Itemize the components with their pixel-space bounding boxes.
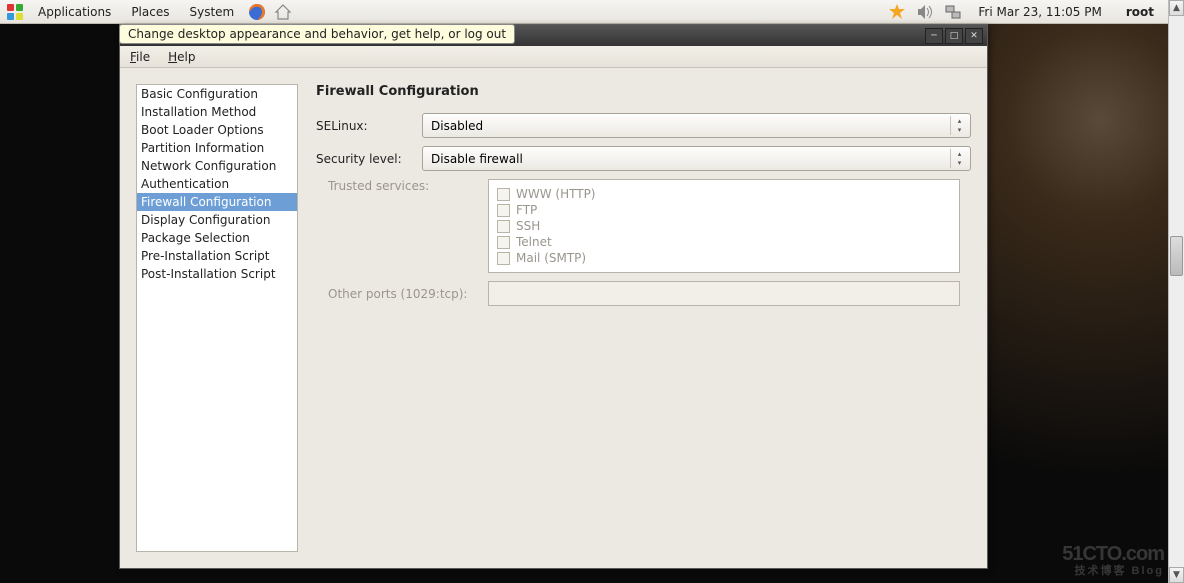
system-menu-tooltip: Change desktop appearance and behavior, … <box>119 24 515 44</box>
scroll-up-icon[interactable]: ▲ <box>1169 0 1184 16</box>
checkbox-icon <box>497 204 510 217</box>
trusted-service-telnet: Telnet <box>497 234 951 250</box>
panel-menu-places[interactable]: Places <box>125 3 175 21</box>
checkbox-icon <box>497 236 510 249</box>
trusted-service-label: Mail (SMTP) <box>516 251 586 265</box>
chevron-updown-icon: ▴▾ <box>950 116 968 135</box>
network-icon[interactable] <box>944 3 962 21</box>
other-ports-input <box>488 281 960 306</box>
trusted-services-label: Trusted services: <box>328 179 480 273</box>
checkbox-icon <box>497 252 510 265</box>
trusted-service-mail-smtp-: Mail (SMTP) <box>497 250 951 266</box>
menu-help[interactable]: Help <box>164 48 199 66</box>
gnome-top-panel: Applications Places System Fri Mar 23, 1… <box>0 0 1168 24</box>
checkbox-icon <box>497 220 510 233</box>
sidebar-item-post-installation-script[interactable]: Post-Installation Script <box>137 265 297 283</box>
scrollbar-thumb[interactable] <box>1170 236 1183 276</box>
maximize-button[interactable]: □ <box>945 28 963 44</box>
config-sidebar: Basic ConfigurationInstallation MethodBo… <box>136 84 298 552</box>
sidebar-item-partition-information[interactable]: Partition Information <box>137 139 297 157</box>
sidebar-item-basic-configuration[interactable]: Basic Configuration <box>137 85 297 103</box>
chevron-updown-icon: ▴▾ <box>950 149 968 168</box>
home-icon[interactable] <box>274 3 292 21</box>
sidebar-item-firewall-configuration[interactable]: Firewall Configuration <box>137 193 297 211</box>
update-star-icon[interactable] <box>888 3 906 21</box>
sidebar-item-package-selection[interactable]: Package Selection <box>137 229 297 247</box>
sidebar-item-display-configuration[interactable]: Display Configuration <box>137 211 297 229</box>
other-ports-label: Other ports (1029:tcp): <box>328 287 480 301</box>
content-pane: Firewall Configuration SELinux: Disabled… <box>316 84 971 552</box>
security-level-dropdown[interactable]: Disable firewall ▴▾ <box>422 146 971 171</box>
window-menubar: File Help <box>120 46 987 68</box>
close-button[interactable]: ✕ <box>965 28 983 44</box>
volume-icon[interactable] <box>916 3 934 21</box>
trusted-service-label: WWW (HTTP) <box>516 187 595 201</box>
sidebar-item-installation-method[interactable]: Installation Method <box>137 103 297 121</box>
scroll-down-icon[interactable]: ▼ <box>1169 567 1184 583</box>
sidebar-item-authentication[interactable]: Authentication <box>137 175 297 193</box>
selinux-label: SELinux: <box>316 119 414 133</box>
panel-menu-applications[interactable]: Applications <box>32 3 117 21</box>
security-level-label: Security level: <box>316 152 414 166</box>
page-scrollbar[interactable]: ▲ ▼ <box>1168 0 1184 583</box>
panel-user[interactable]: root <box>1118 5 1162 19</box>
watermark: 51CTO.com 技术博客 Blog <box>1062 543 1164 577</box>
gnome-main-icon[interactable] <box>6 3 24 21</box>
trusted-service-label: FTP <box>516 203 537 217</box>
firefox-icon[interactable] <box>248 3 266 21</box>
trusted-services-box: WWW (HTTP) FTP SSH Telnet Mail (SMTP) <box>488 179 960 273</box>
trusted-service-ftp: FTP <box>497 202 951 218</box>
trusted-service-label: SSH <box>516 219 540 233</box>
kickstart-configurator-window: rt Configurator ─ □ ✕ File Help Basic Co… <box>119 24 988 569</box>
menu-file[interactable]: File <box>126 48 154 66</box>
sidebar-item-network-configuration[interactable]: Network Configuration <box>137 157 297 175</box>
checkbox-icon <box>497 188 510 201</box>
scrollbar-track[interactable] <box>1169 16 1184 567</box>
selinux-dropdown[interactable]: Disabled ▴▾ <box>422 113 971 138</box>
panel-clock[interactable]: Fri Mar 23, 11:05 PM <box>972 5 1107 19</box>
security-level-value: Disable firewall <box>431 152 523 166</box>
page-heading: Firewall Configuration <box>316 84 971 99</box>
sidebar-item-boot-loader-options[interactable]: Boot Loader Options <box>137 121 297 139</box>
selinux-value: Disabled <box>431 119 483 133</box>
trusted-service-www-http-: WWW (HTTP) <box>497 186 951 202</box>
sidebar-item-pre-installation-script[interactable]: Pre-Installation Script <box>137 247 297 265</box>
minimize-button[interactable]: ─ <box>925 28 943 44</box>
panel-menu-system[interactable]: System <box>183 3 240 21</box>
trusted-service-label: Telnet <box>516 235 552 249</box>
trusted-service-ssh: SSH <box>497 218 951 234</box>
